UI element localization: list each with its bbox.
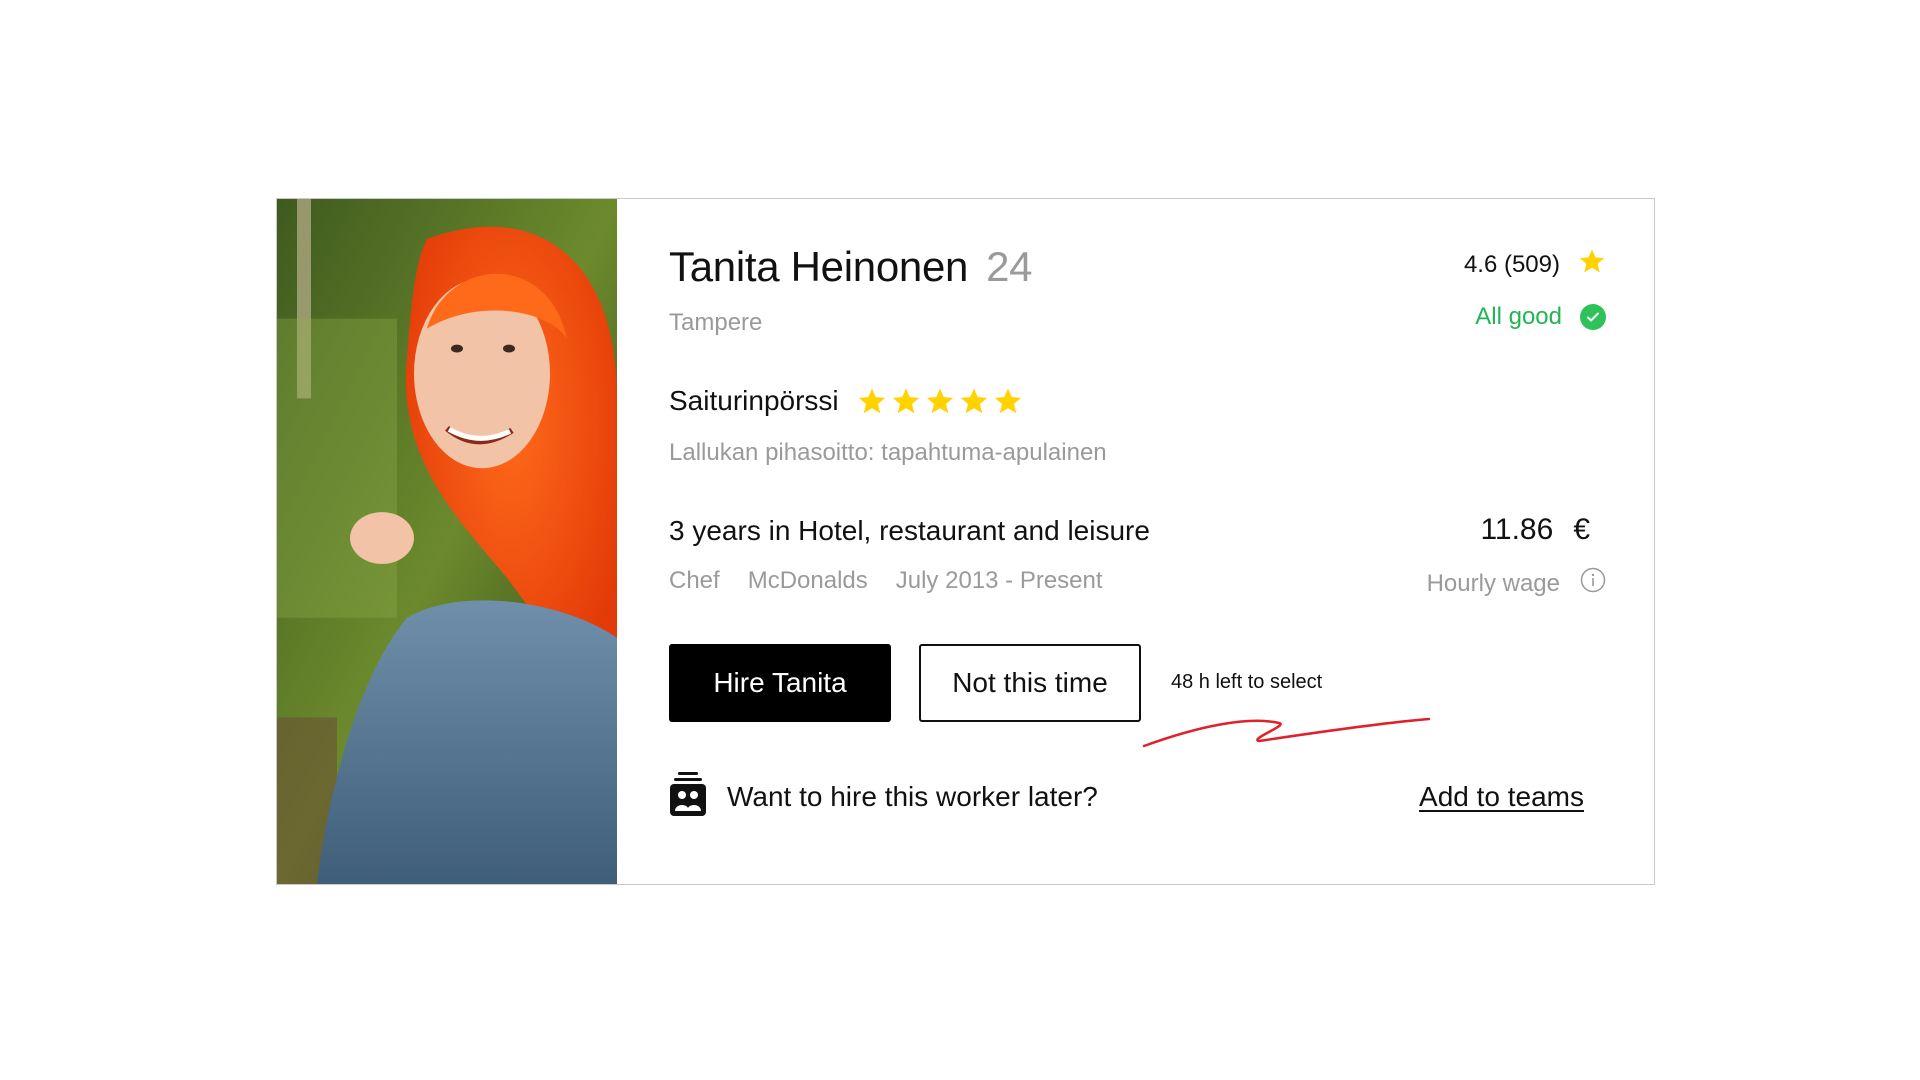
- worker-card: Tanita Heinonen 24 Tampere 4.6 (509) All …: [276, 198, 1655, 885]
- review-line: Saiturinpörssi: [669, 385, 1023, 417]
- add-to-teams-link[interactable]: Add to teams: [1419, 781, 1584, 813]
- star-icon: [892, 388, 919, 414]
- worker-age: 24: [986, 243, 1033, 290]
- wage-currency: €: [1573, 513, 1590, 546]
- worker-details: Tanita Heinonen 24 Tampere 4.6 (509) All …: [669, 199, 1654, 884]
- star-icon: [994, 388, 1021, 414]
- star-icon: [858, 388, 885, 414]
- wage-label: Hourly wage: [1426, 569, 1560, 597]
- wage-value: 11.86 €: [1480, 513, 1590, 547]
- experience-summary: 3 years in Hotel, restaurant and leisure: [669, 515, 1150, 546]
- worker-rating: 4.6 (509): [1464, 247, 1606, 282]
- worker-city: Tampere: [669, 309, 763, 336]
- review-stars: [857, 386, 1023, 416]
- experience-meta: Chef McDonalds July 2013 - Present: [669, 567, 1103, 595]
- status-badge: All good: [1475, 303, 1606, 331]
- star-icon: [1578, 247, 1606, 282]
- worker-photo: [277, 199, 617, 884]
- not-this-time-button[interactable]: Not this time: [919, 644, 1141, 722]
- experience-employer: McDonalds: [747, 567, 868, 594]
- rating-text: 4.6 (509): [1463, 250, 1560, 278]
- star-icon: [960, 388, 987, 414]
- hire-later-row: Want to hire this worker later?: [669, 771, 1098, 822]
- time-left-text: 48 h left to select: [1171, 671, 1323, 693]
- experience-title: Chef: [669, 567, 720, 594]
- hire-button[interactable]: Hire Tanita: [669, 644, 891, 722]
- team-icon: [669, 771, 707, 822]
- review-role: Lallukan pihasoitto: tapahtuma-apulainen: [669, 439, 1107, 466]
- hire-later-prompt: Want to hire this worker later?: [727, 780, 1098, 812]
- info-icon[interactable]: [1580, 567, 1606, 600]
- worker-name: Tanita Heinonen: [669, 243, 969, 290]
- worker-name-line: Tanita Heinonen 24: [669, 243, 1032, 291]
- check-circle-icon: [1580, 304, 1606, 330]
- scribble-mark: [1142, 717, 1431, 748]
- wage-label-row: Hourly wage: [1427, 567, 1606, 600]
- star-icon: [926, 388, 953, 414]
- experience-period: July 2013 - Present: [895, 567, 1103, 594]
- status-text: All good: [1475, 303, 1562, 330]
- review-company: Saiturinpörssi: [669, 385, 839, 416]
- wage-amount: 11.86: [1480, 513, 1554, 546]
